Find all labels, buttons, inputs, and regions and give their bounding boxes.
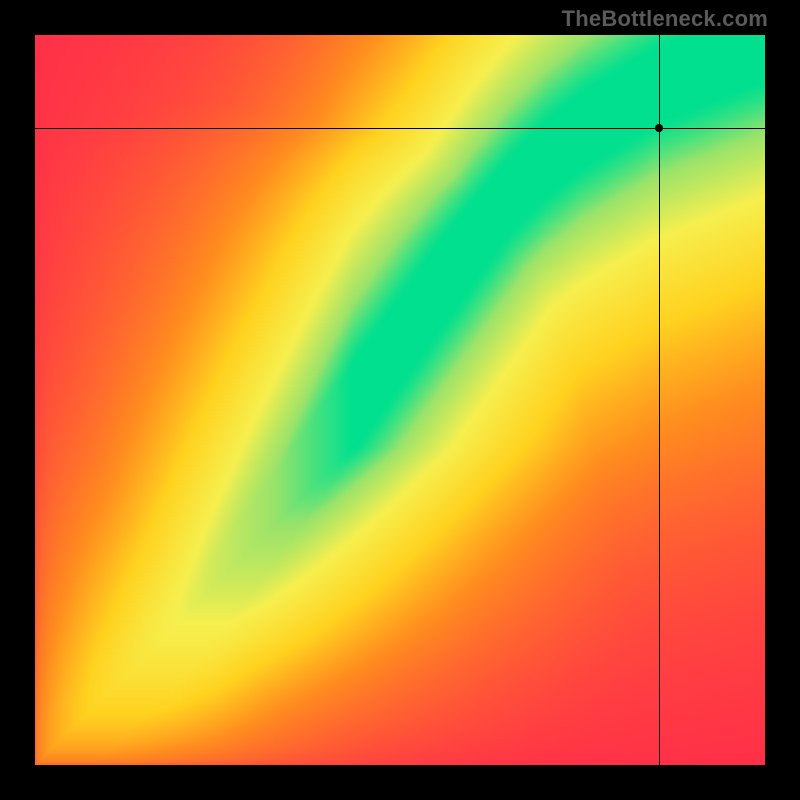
heatmap-canvas [35,35,765,765]
plot-area [35,35,765,765]
chart-container: TheBottleneck.com [0,0,800,800]
watermark-text: TheBottleneck.com [562,6,768,32]
